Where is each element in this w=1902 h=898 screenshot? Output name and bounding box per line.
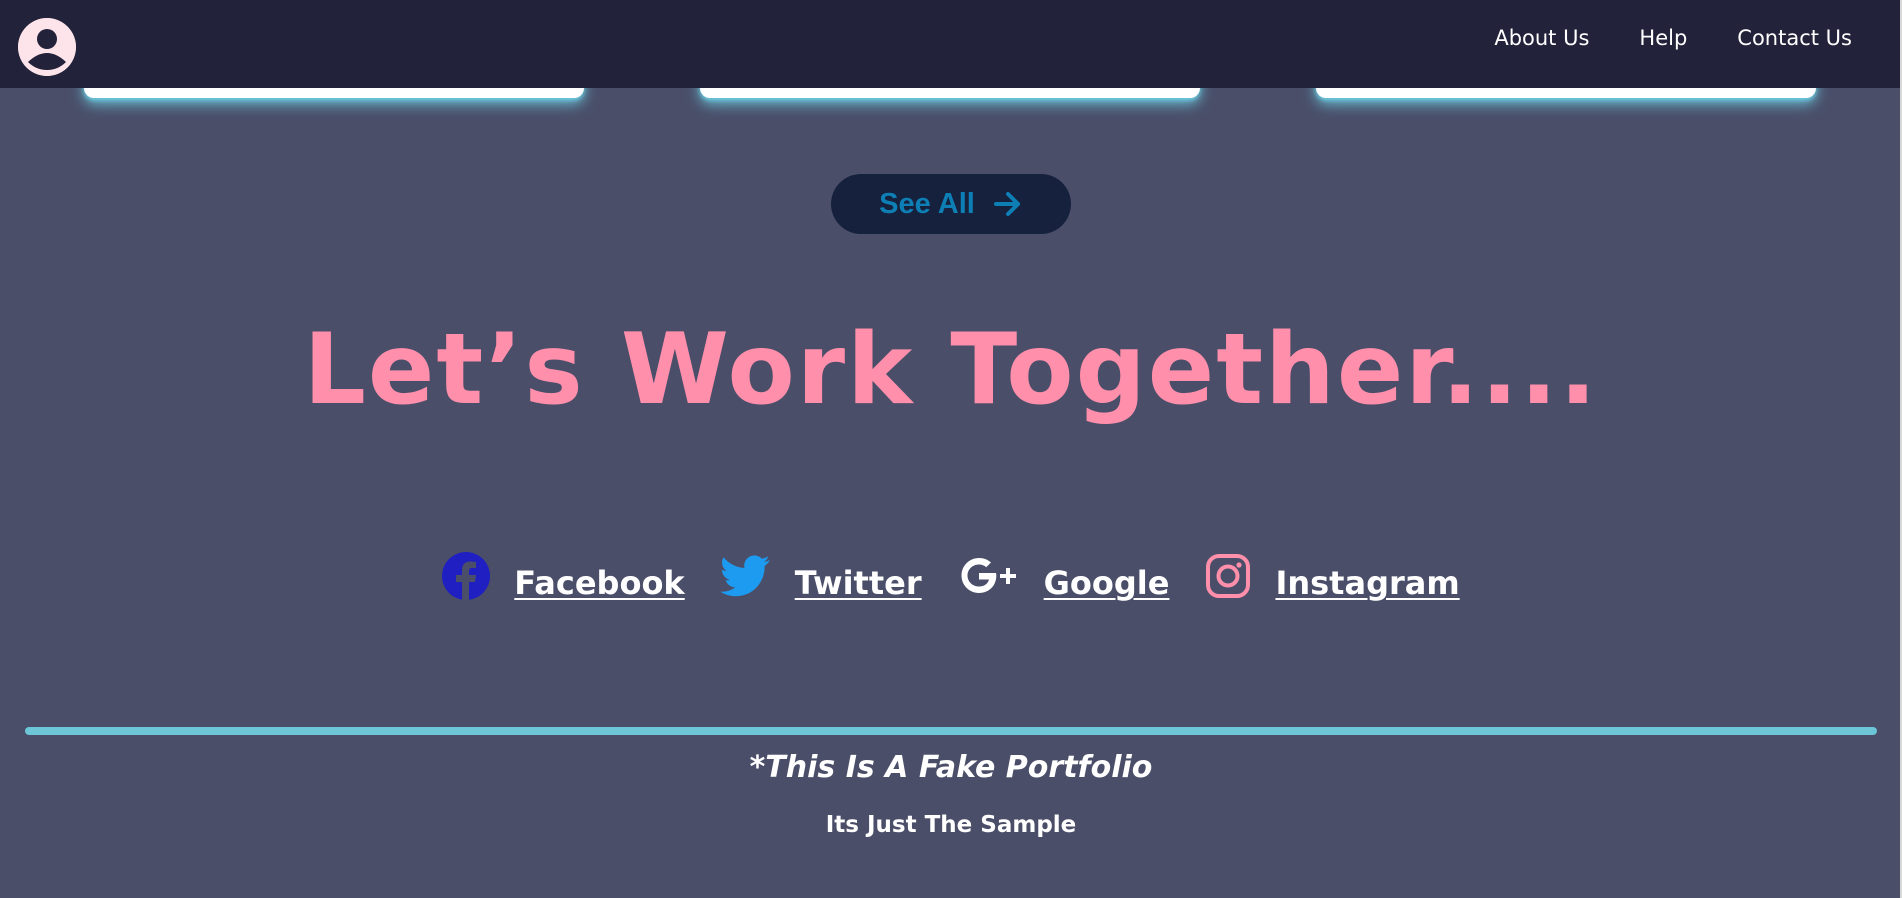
see-all-label: See All <box>879 187 975 220</box>
arrow-right-icon <box>993 189 1023 219</box>
headline: Let’s Work Together.... <box>303 313 1599 427</box>
instagram-icon <box>1205 553 1251 599</box>
facebook-icon <box>442 552 491 600</box>
twitter-icon <box>720 555 771 597</box>
nav-link-help[interactable]: Help <box>1639 24 1687 52</box>
footer-title: *This Is A Fake Portfolio <box>749 750 1153 785</box>
social-links: Facebook Twitter Google Instagram <box>0 550 1902 602</box>
footer-divider <box>25 727 1877 735</box>
page: About Us Help Contact Us See All Let’s W… <box>0 0 1902 898</box>
nav-links: About Us Help Contact Us <box>1494 24 1852 52</box>
google-plus-icon <box>958 556 1020 596</box>
user-circle-icon[interactable] <box>18 18 76 76</box>
social-label: Instagram <box>1275 564 1460 602</box>
nav-link-about-us[interactable]: About Us <box>1494 24 1589 52</box>
footer-subtitle: Its Just The Sample <box>825 812 1077 838</box>
see-all-button[interactable]: See All <box>831 174 1071 234</box>
social-link-google[interactable]: Google <box>958 550 1170 602</box>
social-label: Twitter <box>794 564 922 602</box>
social-link-instagram[interactable]: Instagram <box>1205 550 1460 602</box>
social-link-facebook[interactable]: Facebook <box>442 550 685 602</box>
navbar: About Us Help Contact Us <box>0 0 1902 88</box>
social-link-twitter[interactable]: Twitter <box>720 550 922 602</box>
social-label: Facebook <box>514 564 685 602</box>
social-label: Google <box>1043 564 1170 602</box>
nav-link-contact-us[interactable]: Contact Us <box>1737 24 1852 52</box>
